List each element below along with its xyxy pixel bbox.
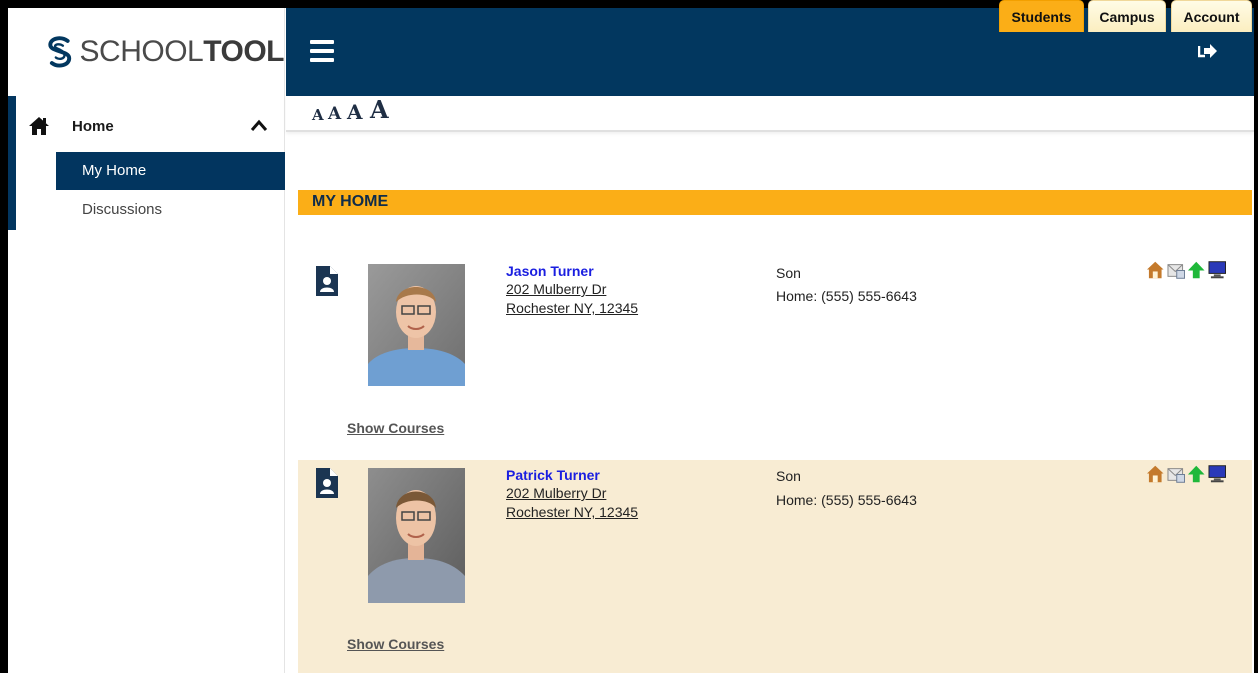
house-icon[interactable]: [1146, 260, 1165, 280]
logout-icon[interactable]: [1198, 42, 1218, 60]
sidebar-item-discussions[interactable]: Discussions: [56, 192, 285, 228]
font-size-large[interactable]: A: [347, 100, 363, 124]
logo-mark-icon: [48, 36, 72, 68]
student-photo: [368, 264, 465, 386]
computer-icon[interactable]: [1207, 260, 1227, 280]
show-courses-link[interactable]: Show Courses: [347, 636, 444, 652]
font-size-small[interactable]: A: [312, 106, 324, 124]
student-phone: Home: (555) 555-6643: [776, 288, 917, 304]
student-record-icon[interactable]: [316, 468, 338, 498]
schooltool-logo[interactable]: SCHOOLTOOL: [8, 8, 284, 96]
student-photo: [368, 468, 465, 603]
sidebar: SCHOOLTOOL Home My Home Discussions: [8, 8, 285, 673]
chevron-up-icon[interactable]: [250, 118, 268, 132]
sidebar-item-my-home[interactable]: My Home: [56, 152, 285, 190]
student-address-line1[interactable]: 202 Mulberry Dr: [506, 281, 606, 297]
font-size-bar: A A A A: [286, 95, 1254, 132]
student-address-line2[interactable]: Rochester NY, 12345: [506, 300, 638, 316]
student-card: Jason Turner 202 Mulberry Dr Rochester N…: [298, 230, 1252, 458]
student-relation: Son: [776, 468, 801, 484]
mail-icon[interactable]: [1166, 260, 1186, 280]
mail-icon[interactable]: [1166, 464, 1186, 484]
student-relation: Son: [776, 265, 801, 281]
font-size-medium[interactable]: A: [328, 104, 341, 124]
house-icon[interactable]: [1146, 464, 1165, 484]
page-title-bar: MY HOME: [298, 190, 1252, 215]
show-courses-link[interactable]: Show Courses: [347, 420, 444, 436]
page-title: MY HOME: [312, 193, 389, 210]
student-address-line2[interactable]: Rochester NY, 12345: [506, 504, 638, 520]
nav-home-label: Home: [72, 117, 114, 135]
nav-home-toggle[interactable]: Home: [28, 108, 278, 144]
font-size-xlarge[interactable]: A: [370, 95, 389, 124]
tab-account[interactable]: Account: [1171, 0, 1252, 32]
student-record-icon[interactable]: [316, 266, 338, 296]
tab-students[interactable]: Students: [999, 0, 1084, 32]
up-arrow-icon[interactable]: [1187, 260, 1206, 280]
student-action-icons: [1146, 260, 1226, 280]
logo-text: SCHOOLTOOL: [79, 35, 285, 68]
student-card: Patrick Turner 202 Mulberry Dr Rochester…: [298, 460, 1252, 673]
student-name-link[interactable]: Jason Turner: [506, 263, 594, 279]
student-name-link[interactable]: Patrick Turner: [506, 467, 600, 483]
home-icon: [29, 117, 49, 135]
student-action-icons: [1146, 464, 1226, 484]
student-address-line1[interactable]: 202 Mulberry Dr: [506, 485, 606, 501]
up-arrow-icon[interactable]: [1187, 464, 1206, 484]
hamburger-menu-icon[interactable]: [310, 40, 334, 62]
computer-icon[interactable]: [1207, 464, 1227, 484]
nav-home-section: Home My Home Discussions: [8, 96, 285, 230]
tab-campus[interactable]: Campus: [1088, 0, 1166, 32]
student-phone: Home: (555) 555-6643: [776, 492, 917, 508]
nav-accent: [8, 96, 16, 230]
